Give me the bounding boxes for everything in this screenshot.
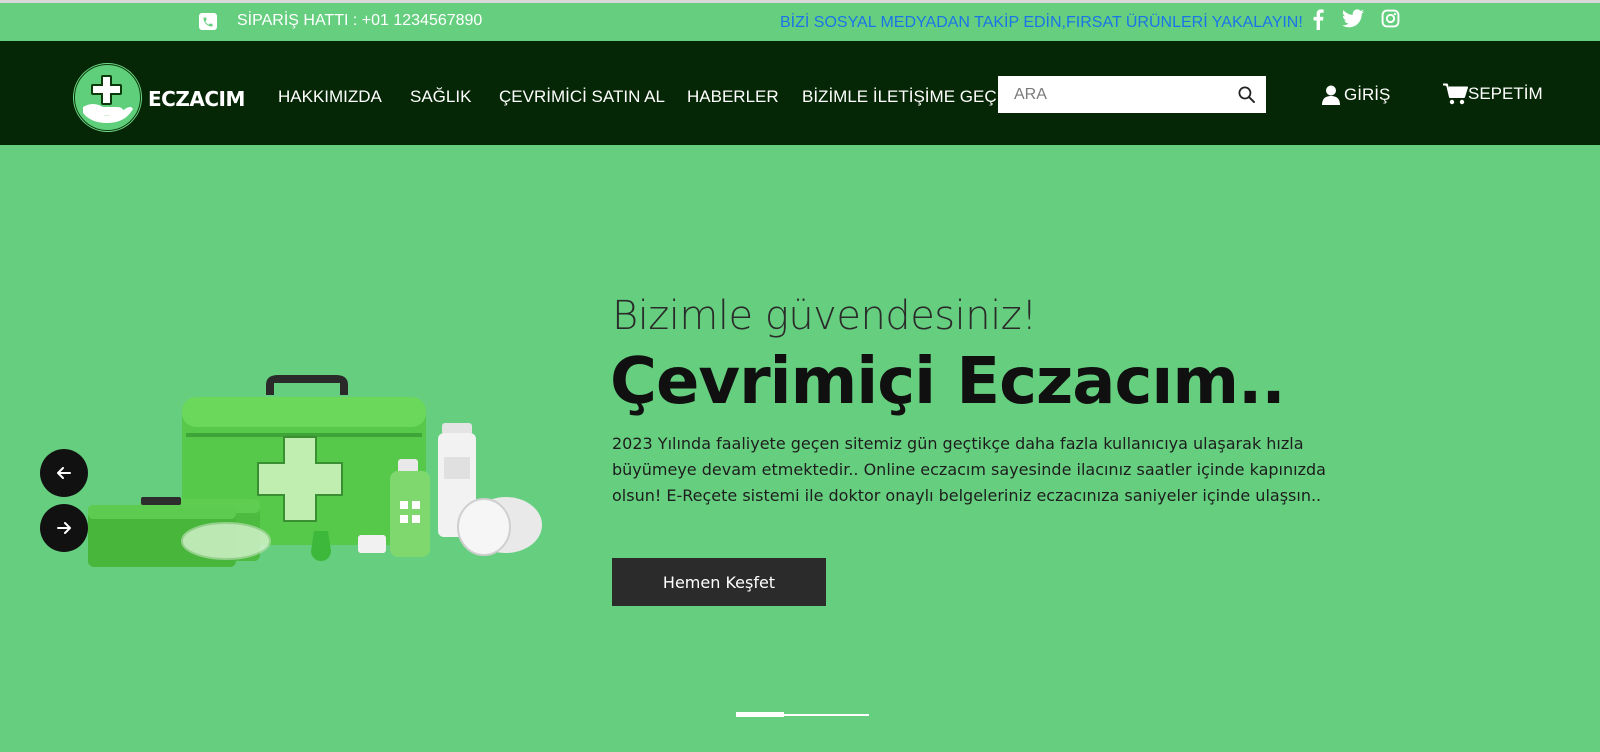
arrow-right-icon (57, 522, 71, 534)
twitter-icon[interactable] (1342, 9, 1364, 32)
nav-item-buy-online[interactable]: ÇEVRİMİCİ SATIN AL (499, 87, 665, 107)
instagram-icon[interactable] (1381, 9, 1400, 32)
main-navbar: ECZACIM HAKKIMIZDA SAĞLIK ÇEVRİMİCİ SATI… (0, 41, 1600, 145)
carousel-indicator-active[interactable] (736, 712, 784, 717)
social-follow-text: BİZİ SOSYAL MEDYADAN TAKİP EDİN,FIRSAT Ü… (780, 14, 1303, 31)
first-aid-kit-image (88, 375, 542, 567)
cart-button[interactable]: SEPETİM (1443, 83, 1543, 105)
carousel-prev-button[interactable] (40, 449, 88, 497)
nav-item-about[interactable]: HAKKIMIZDA (278, 87, 382, 107)
nav-item-news[interactable]: HABERLER (687, 87, 779, 107)
search-box (998, 76, 1266, 113)
search-input[interactable] (998, 76, 1228, 113)
facebook-icon[interactable] (1312, 9, 1324, 34)
phone-icon (199, 13, 217, 30)
hero-description: 2023 Yılında faaliyete geçen sitemiz gün… (612, 434, 1326, 505)
cart-label: SEPETİM (1468, 84, 1543, 103)
user-icon (1322, 85, 1340, 105)
login-button[interactable]: GİRİŞ (1322, 85, 1390, 105)
logo-text[interactable]: ECZACIM (148, 87, 245, 111)
hero-carousel: Bizimle güvendesiniz! Çevrimiçi Eczacım.… (0, 145, 1600, 752)
cart-icon (1443, 83, 1468, 105)
nav-item-contact[interactable]: BİZİMLE İLETİŞİME GEÇ (802, 87, 997, 107)
order-hotline: SİPARİŞ HATTI : +01 1234567890 (237, 12, 483, 29)
nav-item-health[interactable]: SAĞLIK (410, 87, 471, 107)
explore-now-button[interactable]: Hemen Keşfet (612, 558, 826, 606)
logo-icon[interactable] (73, 63, 142, 132)
arrow-left-icon (57, 467, 71, 479)
top-bar: SİPARİŞ HATTI : +01 1234567890 BİZİ SOSY… (0, 3, 1600, 41)
carousel-next-button[interactable] (40, 504, 88, 552)
login-label: GİRİŞ (1344, 85, 1391, 104)
hero-subtitle: Bizimle güvendesiniz! (612, 293, 1037, 339)
search-icon[interactable] (1237, 85, 1256, 108)
hero-title: Çevrimiçi Eczacım.. (610, 345, 1286, 419)
